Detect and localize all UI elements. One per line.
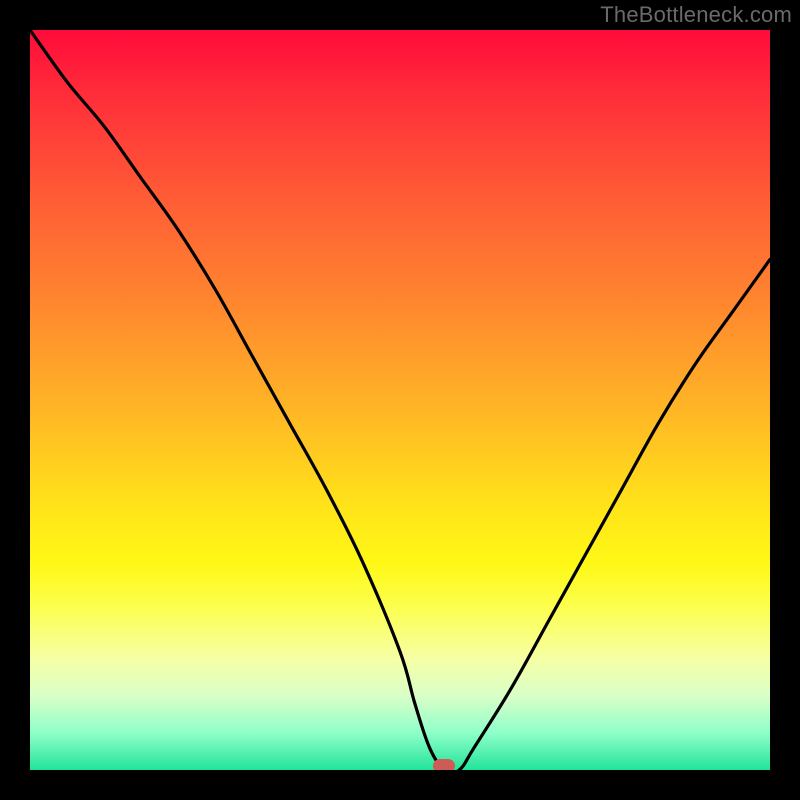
plot-area <box>30 30 770 770</box>
watermark-text: TheBottleneck.com <box>600 2 792 28</box>
optimal-marker <box>433 759 455 770</box>
chart-stage: TheBottleneck.com <box>0 0 800 800</box>
bottleneck-curve <box>30 30 770 770</box>
curve-path <box>30 30 770 770</box>
